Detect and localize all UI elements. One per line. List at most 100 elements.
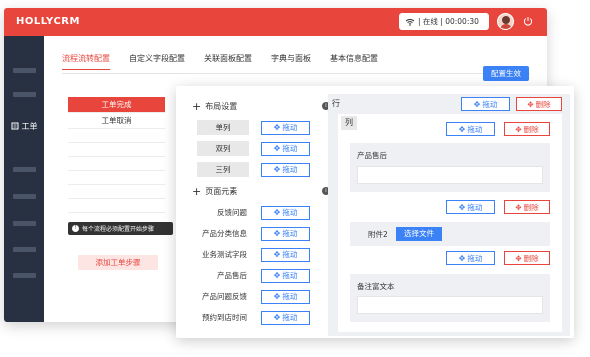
sidebar-placeholder[interactable]: [13, 68, 36, 73]
step-item[interactable]: 工单取消: [68, 113, 165, 129]
element-label: 业务测试字段: [202, 250, 247, 259]
field-delete-button[interactable]: ✥ 删除: [504, 200, 550, 214]
element-row: 产品分类信息 ✥ 拖动: [192, 223, 326, 244]
sidebar-placeholder[interactable]: [13, 194, 36, 199]
move-icon: ✥: [273, 250, 281, 259]
drag-button[interactable]: ✥ 拖动: [261, 268, 310, 283]
drag-button[interactable]: ✥ 拖动: [261, 120, 310, 135]
delete-icon: ✥: [527, 99, 534, 109]
move-icon: ✥: [273, 271, 281, 280]
layout-row: 双列 ✥ 拖动: [192, 138, 326, 159]
sidebar-placeholder[interactable]: [13, 92, 36, 97]
sidebar-item-label: 工单: [21, 121, 38, 131]
element-label: 预约到店时间: [202, 313, 247, 322]
drag-label: 拖动: [467, 253, 483, 263]
layout-editor-panel: + 布局设置 i 单列 ✥ 拖动 双列 ✥ 拖动 三列 ✥ 拖动 + 页面元素 i 反…: [176, 86, 574, 338]
layout-row: 三列 ✥ 拖动: [192, 159, 326, 180]
tab-related-panel[interactable]: 关联面板配置: [204, 53, 252, 70]
choose-file-button[interactable]: 选择文件: [396, 227, 442, 241]
plus-icon: +: [192, 184, 202, 198]
tab-divider: [62, 73, 530, 74]
brand-logo: HOLLYCRM: [16, 16, 80, 27]
drag-button[interactable]: ✥ 拖动: [261, 162, 310, 177]
element-row: 产品售后 ✥ 拖动: [192, 265, 326, 286]
element-label: 产品售后: [217, 271, 247, 280]
attachment-block: 附件2 选择文件: [350, 222, 550, 246]
drag-button[interactable]: ✥ 拖动: [261, 247, 310, 262]
tab-bar: 流程流转配置 自定义字段配置 关联面板配置 字典与面板 基本信息配置: [62, 53, 397, 70]
delete-label: 删除: [523, 124, 539, 134]
field-drag-button[interactable]: ✥ 拖动: [446, 200, 495, 214]
delete-icon: ✥: [515, 253, 522, 263]
step-item-empty[interactable]: [68, 171, 165, 185]
sidebar-item-ticket[interactable]: 工单: [4, 115, 44, 137]
power-icon[interactable]: [523, 16, 533, 26]
delete-icon: ✥: [515, 202, 522, 212]
status-pill: | 在线 | 00:00:30: [399, 13, 489, 30]
move-icon: ✥: [473, 99, 481, 109]
drag-label: 拖动: [282, 229, 298, 238]
drag-label: 拖动: [282, 271, 298, 280]
element-row: 业务测试字段 ✥ 拖动: [192, 244, 326, 265]
element-label: 反馈问题: [217, 208, 247, 217]
field-block[interactable]: 产品售后: [350, 143, 550, 192]
sidebar-placeholder[interactable]: [13, 247, 36, 252]
move-icon: ✥: [458, 253, 466, 263]
tab-dictionary[interactable]: 字典与面板: [271, 53, 311, 70]
column-label: 列: [341, 116, 357, 130]
tab-flow[interactable]: 流程流转配置: [62, 53, 110, 70]
drag-button[interactable]: ✥ 拖动: [261, 226, 310, 241]
drag-label: 拖动: [482, 99, 498, 109]
tab-custom-fields[interactable]: 自定义字段配置: [129, 53, 185, 70]
delete-label: 删除: [535, 99, 551, 109]
field-block[interactable]: 备注富文本: [350, 274, 550, 322]
move-icon: ✥: [273, 313, 281, 322]
step-item-empty[interactable]: [68, 199, 165, 213]
row-delete-button[interactable]: ✥ 删除: [516, 97, 562, 111]
row-label: 行: [332, 99, 340, 108]
drag-button[interactable]: ✥ 拖动: [261, 310, 310, 325]
hint-text: 每个流程必须配置开始步骤: [82, 226, 155, 233]
move-icon: ✥: [273, 208, 281, 217]
tab-basic-info[interactable]: 基本信息配置: [330, 53, 378, 70]
drag-button[interactable]: ✥ 拖动: [261, 141, 310, 156]
step-item-empty[interactable]: [68, 157, 165, 171]
drag-label: 拖动: [282, 250, 298, 259]
drag-label: 拖动: [467, 124, 483, 134]
palette: + 布局设置 i 单列 ✥ 拖动 双列 ✥ 拖动 三列 ✥ 拖动 + 页面元素 i 反…: [192, 95, 330, 328]
sidebar-placeholder[interactable]: [13, 221, 36, 226]
drag-label: 拖动: [282, 144, 298, 153]
move-icon: ✥: [273, 123, 281, 132]
step-item-empty[interactable]: [68, 185, 165, 199]
drag-button[interactable]: ✥ 拖动: [261, 289, 310, 304]
element-label: 产品分类信息: [202, 229, 247, 238]
row-drag-button[interactable]: ✥ 拖动: [461, 97, 510, 111]
step-item-empty[interactable]: [68, 129, 165, 143]
move-icon: ✥: [458, 124, 466, 134]
drag-label: 拖动: [282, 208, 298, 217]
hint-tooltip: ! 每个流程必须配置开始步骤: [68, 222, 173, 235]
step-item-empty[interactable]: [68, 143, 165, 157]
sidebar-placeholder[interactable]: [13, 167, 36, 172]
step-item-active[interactable]: 工单完成: [68, 97, 165, 113]
field-input[interactable]: [357, 166, 543, 184]
element-row: 产品问题反馈 ✥ 拖动: [192, 286, 326, 307]
delete-label: 删除: [523, 253, 539, 263]
sidebar: 工单: [4, 36, 44, 322]
move-icon: ✥: [273, 229, 281, 238]
layout-row: 单列 ✥ 拖动: [192, 117, 326, 138]
field-drag-button[interactable]: ✥ 拖动: [446, 251, 495, 265]
move-icon: ✥: [273, 144, 281, 153]
field-delete-button[interactable]: ✥ 删除: [504, 251, 550, 265]
apply-config-button[interactable]: 配置生效: [483, 66, 529, 81]
field-input[interactable]: [357, 296, 543, 314]
top-bar: HOLLYCRM | 在线 | 00:00:30: [4, 8, 547, 36]
avatar[interactable]: [497, 13, 514, 30]
column-drag-button[interactable]: ✥ 拖动: [446, 122, 495, 136]
sidebar-placeholder[interactable]: [13, 273, 36, 278]
drag-button[interactable]: ✥ 拖动: [261, 205, 310, 220]
column-delete-button[interactable]: ✥ 删除: [504, 122, 550, 136]
plus-icon: +: [192, 99, 202, 113]
add-step-button[interactable]: 添加工单步骤: [78, 255, 158, 270]
drag-label: 拖动: [282, 165, 298, 174]
